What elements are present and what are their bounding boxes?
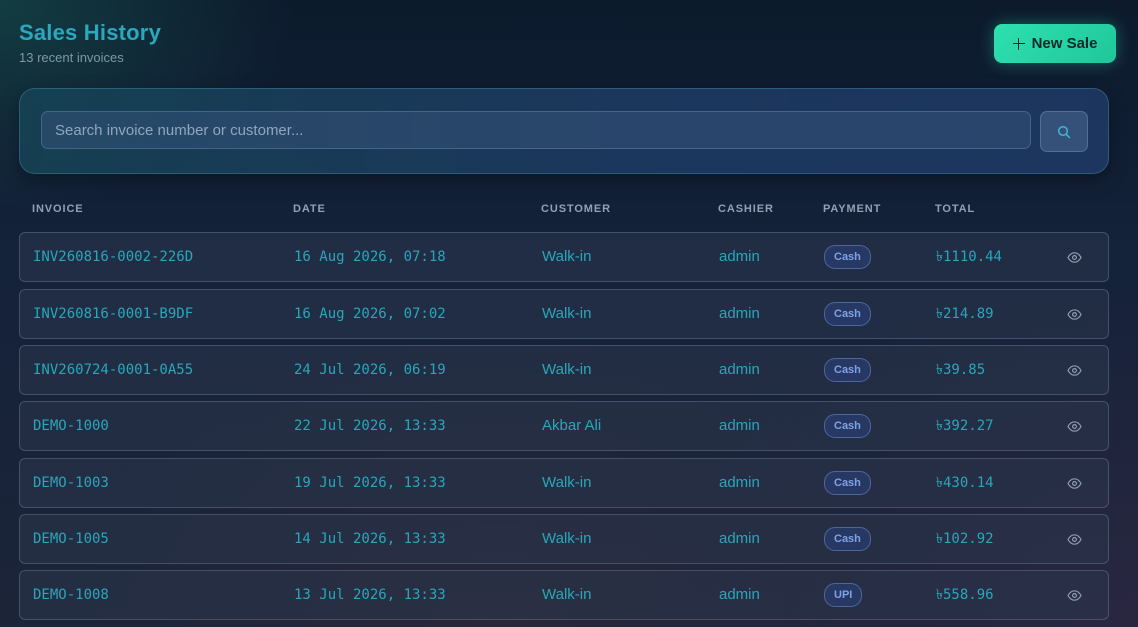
customer-name: Akbar Ali (542, 417, 602, 434)
invoice-number: DEMO-1000 (33, 418, 109, 434)
invoice-total: ৳214.89 (936, 306, 994, 322)
invoice-date: 16 Aug 2026, 07:18 (294, 249, 446, 265)
page-title: Sales History (19, 20, 162, 45)
cashier-name: admin (719, 361, 760, 378)
table-row[interactable]: DEMO-1005 14 Jul 2026, 13:33 Walk-in adm… (19, 514, 1109, 564)
invoice-total: ৳39.85 (936, 362, 986, 378)
invoice-number: INV260816-0002-226D (33, 249, 194, 265)
payment-badge: UPI (824, 583, 863, 607)
invoice-number: INV260724-0001-0A55 (33, 362, 194, 378)
search-icon (1057, 125, 1071, 138)
view-invoice-button[interactable] (1065, 249, 1083, 265)
eye-icon (1066, 477, 1082, 489)
search-button[interactable] (1040, 111, 1088, 152)
view-invoice-button[interactable] (1065, 306, 1083, 322)
column-header-invoice: INVOICE (32, 203, 84, 215)
table-row[interactable]: INV260724-0001-0A55 24 Jul 2026, 06:19 W… (19, 345, 1109, 395)
customer-name: Walk-in (542, 305, 592, 322)
table-row[interactable]: DEMO-1003 19 Jul 2026, 13:33 Walk-in adm… (19, 458, 1109, 508)
cashier-name: admin (719, 305, 760, 322)
payment-badge: Cash (824, 358, 871, 382)
view-invoice-button[interactable] (1065, 531, 1083, 547)
page-header: Sales History 13 recent invoices New Sal… (19, 19, 1116, 69)
invoice-date: 13 Jul 2026, 13:33 (294, 587, 446, 603)
column-header-customer: CUSTOMER (541, 203, 611, 215)
view-invoice-button[interactable] (1065, 362, 1083, 378)
search-panel (19, 88, 1109, 174)
invoice-date: 16 Aug 2026, 07:02 (294, 306, 446, 322)
eye-icon (1066, 364, 1082, 376)
invoice-total: ৳392.27 (936, 418, 994, 434)
payment-badge: Cash (824, 414, 871, 438)
invoice-date: 22 Jul 2026, 13:33 (294, 418, 446, 434)
payment-badge: Cash (824, 302, 871, 326)
payment-badge: Cash (824, 471, 871, 495)
table-header: INVOICE DATE CUSTOMER CASHIER PAYMENT TO… (19, 203, 1109, 217)
invoice-number: DEMO-1008 (33, 587, 109, 603)
eye-icon (1066, 533, 1082, 545)
payment-badge: Cash (824, 245, 871, 269)
view-invoice-button[interactable] (1065, 418, 1083, 434)
cashier-name: admin (719, 474, 760, 491)
table-row[interactable]: INV260816-0002-226D 16 Aug 2026, 07:18 W… (19, 232, 1109, 282)
invoice-total: ৳102.92 (936, 531, 994, 547)
invoice-date: 24 Jul 2026, 06:19 (294, 362, 446, 378)
invoice-total: ৳1110.44 (936, 249, 1002, 265)
column-header-total: TOTAL (935, 203, 976, 215)
table-row[interactable]: INV260816-0001-B9DF 16 Aug 2026, 07:02 W… (19, 289, 1109, 339)
invoice-number: INV260816-0001-B9DF (33, 306, 194, 322)
eye-icon (1066, 589, 1082, 601)
invoice-total: ৳558.96 (936, 587, 994, 603)
eye-icon (1066, 308, 1082, 320)
page-subtitle: 13 recent invoices (19, 50, 124, 65)
payment-badge: Cash (824, 527, 871, 551)
cashier-name: admin (719, 248, 760, 265)
customer-name: Walk-in (542, 248, 592, 265)
invoice-total: ৳430.14 (936, 475, 994, 491)
cashier-name: admin (719, 586, 760, 603)
plus-icon (1012, 37, 1025, 50)
customer-name: Walk-in (542, 530, 592, 547)
table-row[interactable]: DEMO-1000 22 Jul 2026, 13:33 Akbar Ali a… (19, 401, 1109, 451)
customer-name: Walk-in (542, 361, 592, 378)
new-sale-label: New Sale (1031, 35, 1098, 52)
view-invoice-button[interactable] (1065, 475, 1083, 491)
column-header-payment: PAYMENT (823, 203, 882, 215)
cashier-name: admin (719, 417, 760, 434)
cashier-name: admin (719, 530, 760, 547)
customer-name: Walk-in (542, 474, 592, 491)
column-header-cashier: CASHIER (718, 203, 774, 215)
eye-icon (1066, 420, 1082, 432)
column-header-date: DATE (293, 203, 326, 215)
customer-name: Walk-in (542, 586, 592, 603)
table-row[interactable]: DEMO-1008 13 Jul 2026, 13:33 Walk-in adm… (19, 570, 1109, 620)
new-sale-button[interactable]: New Sale (994, 24, 1116, 63)
search-input[interactable] (41, 111, 1031, 149)
view-invoice-button[interactable] (1065, 587, 1083, 603)
invoice-date: 14 Jul 2026, 13:33 (294, 531, 446, 547)
invoice-date: 19 Jul 2026, 13:33 (294, 475, 446, 491)
invoice-number: DEMO-1005 (33, 531, 109, 547)
invoice-number: DEMO-1003 (33, 475, 109, 491)
eye-icon (1066, 251, 1082, 263)
